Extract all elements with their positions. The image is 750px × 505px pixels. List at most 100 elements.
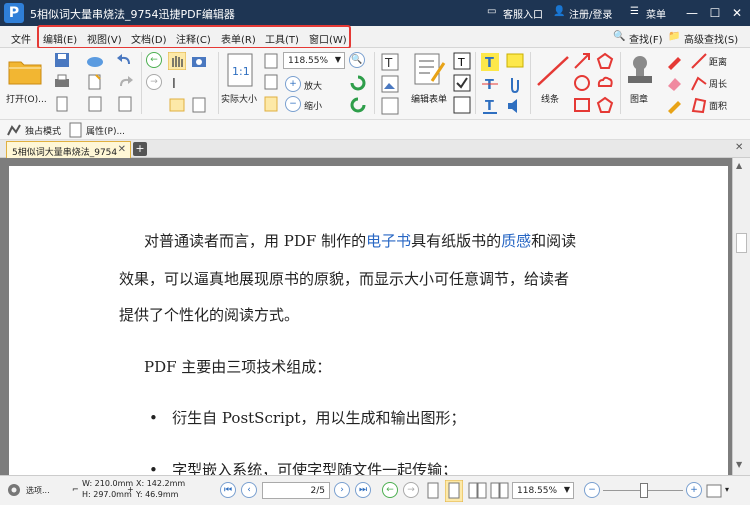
status-zoom-select[interactable]: 118.55% ▼	[512, 482, 574, 499]
zoom-slider-thumb[interactable]	[640, 483, 648, 498]
login-link[interactable]: 注册/登录	[569, 6, 612, 21]
maximize-button[interactable]: ☐	[706, 4, 724, 22]
menu-file[interactable]: 文件	[11, 31, 31, 46]
area-button[interactable]: 面积	[709, 99, 727, 112]
cloud-shape-icon[interactable]	[596, 74, 614, 92]
status-more-icon[interactable]: ▾	[725, 485, 729, 494]
fit-page-icon[interactable]	[264, 53, 278, 69]
rectangle-icon[interactable]	[573, 96, 591, 114]
find-button[interactable]: 查找(F)	[629, 31, 663, 46]
rotate-clockwise-icon[interactable]	[349, 74, 367, 92]
checkbox-icon[interactable]	[453, 74, 471, 92]
save-icon[interactable]	[53, 52, 71, 68]
redo-icon[interactable]	[116, 74, 134, 90]
zoom-in-icon[interactable]: +	[285, 76, 301, 92]
attachment-icon[interactable]	[505, 74, 525, 94]
back-icon[interactable]: ←	[146, 52, 162, 68]
gear-icon[interactable]	[6, 482, 22, 498]
undo-icon[interactable]	[116, 52, 134, 68]
scrollbar-thumb[interactable]	[736, 233, 747, 253]
advanced-find-icon[interactable]: 📁	[668, 31, 680, 42]
facing-pages-icon[interactable]	[468, 482, 488, 500]
exclusive-mode-button[interactable]: 独占模式	[25, 124, 61, 137]
new-document-icon[interactable]	[86, 74, 104, 90]
actual-size-button[interactable]: 实际大小	[221, 92, 257, 105]
zoom-out-button[interactable]: 缩小	[304, 99, 322, 112]
forward-icon[interactable]: →	[146, 74, 162, 90]
arrow-icon[interactable]	[573, 52, 591, 70]
zoom-select[interactable]: 118.55% ▼	[283, 52, 345, 69]
select-text-icon[interactable]: I	[168, 74, 186, 92]
actual-size-icon[interactable]: 1:1	[227, 53, 253, 87]
eraser-icon[interactable]	[665, 74, 683, 92]
properties-button[interactable]: 属性(P)...	[86, 124, 125, 137]
text-field-icon[interactable]: T	[453, 52, 471, 70]
advanced-find-button[interactable]: 高级查找(S)	[684, 31, 738, 46]
document-icon[interactable]	[53, 96, 71, 112]
history-forward-icon[interactable]: →	[403, 482, 419, 498]
line-icon[interactable]	[535, 54, 571, 88]
close-button[interactable]: ✕	[728, 4, 746, 22]
minimize-button[interactable]: —	[683, 4, 701, 22]
ellipse-icon[interactable]	[573, 74, 591, 92]
fit-width-icon[interactable]	[264, 74, 278, 90]
vertical-scrollbar[interactable]: ▲ ▼	[732, 158, 750, 475]
stamp-icon[interactable]	[625, 53, 655, 87]
perimeter-icon[interactable]	[690, 74, 708, 92]
user-icon[interactable]: 👤	[553, 6, 565, 17]
new-tab-button[interactable]: +	[133, 142, 147, 156]
highlight-text-icon[interactable]: T	[480, 52, 500, 72]
open-folder-icon[interactable]	[7, 54, 43, 86]
list-box-icon[interactable]	[453, 96, 471, 114]
zoom-in-button[interactable]: 放大	[304, 79, 322, 92]
customer-service-link[interactable]: 客服入口	[503, 6, 543, 21]
history-back-icon[interactable]: ←	[382, 482, 398, 498]
hand-tool-icon[interactable]	[168, 52, 186, 70]
scroll-down-icon[interactable]: ▼	[736, 460, 742, 469]
edit-form-icon[interactable]	[412, 53, 448, 87]
exclusive-mode-icon[interactable]	[6, 122, 22, 138]
document-viewport[interactable]: 对普通读者而言，用 PDF 制作的电子书具有纸版书的质感和阅读 效果，可以逼真地…	[0, 158, 750, 475]
edit-content-icon[interactable]	[190, 96, 208, 114]
scroll-up-icon[interactable]: ▲	[736, 161, 742, 170]
zoom-out-icon[interactable]: −	[584, 482, 600, 498]
link-icon[interactable]	[380, 96, 402, 116]
rotate-counterclockwise-icon[interactable]	[349, 96, 367, 114]
tab-document[interactable]: 5相似词大量串烧法_9754 ✕	[6, 141, 131, 158]
pen-icon[interactable]	[665, 52, 683, 70]
last-page-icon[interactable]: ⏭	[355, 482, 371, 498]
line-button[interactable]: 线条	[541, 92, 559, 105]
close-document-icon[interactable]: ✕	[735, 142, 743, 153]
first-page-icon[interactable]: ⏮	[220, 482, 236, 498]
continuous-facing-icon[interactable]	[490, 482, 510, 500]
chat-icon[interactable]: ▭	[487, 6, 496, 17]
area-icon[interactable]	[690, 96, 708, 114]
strikeout-icon[interactable]: T	[480, 74, 500, 94]
fit-window-icon[interactable]	[706, 484, 722, 498]
zoom-out-icon[interactable]: −	[285, 96, 301, 112]
ebook-link[interactable]: 电子书	[366, 232, 411, 250]
zoom-in-icon[interactable]: +	[686, 482, 702, 498]
perimeter-button[interactable]: 周长	[709, 77, 727, 90]
find-icon[interactable]: 🔍	[613, 31, 625, 42]
previous-page-icon[interactable]: ‹	[241, 482, 257, 498]
pencil-icon[interactable]	[665, 96, 683, 114]
snapshot-icon[interactable]	[190, 52, 208, 70]
distance-icon[interactable]	[690, 52, 708, 70]
close-tab-icon[interactable]: ✕	[118, 144, 126, 155]
fit-visible-icon[interactable]	[264, 96, 278, 112]
zoom-tool-icon[interactable]: 🔍	[349, 52, 365, 68]
page-icon[interactable]	[116, 96, 134, 112]
pentagon-icon[interactable]	[596, 96, 614, 114]
continuous-page-icon[interactable]	[445, 480, 463, 502]
sound-icon[interactable]	[505, 96, 525, 116]
next-page-icon[interactable]: ›	[334, 482, 350, 498]
select-area-icon[interactable]	[168, 96, 186, 114]
page-number-field[interactable]: 2/5	[262, 482, 330, 499]
underline-icon[interactable]: T	[480, 96, 500, 116]
polygon-icon[interactable]	[596, 52, 614, 70]
page-layout-icon[interactable]	[86, 96, 104, 112]
add-image-icon[interactable]	[380, 74, 402, 94]
open-button[interactable]: 打开(O)...	[6, 92, 47, 105]
texture-link[interactable]: 质感	[501, 232, 531, 250]
